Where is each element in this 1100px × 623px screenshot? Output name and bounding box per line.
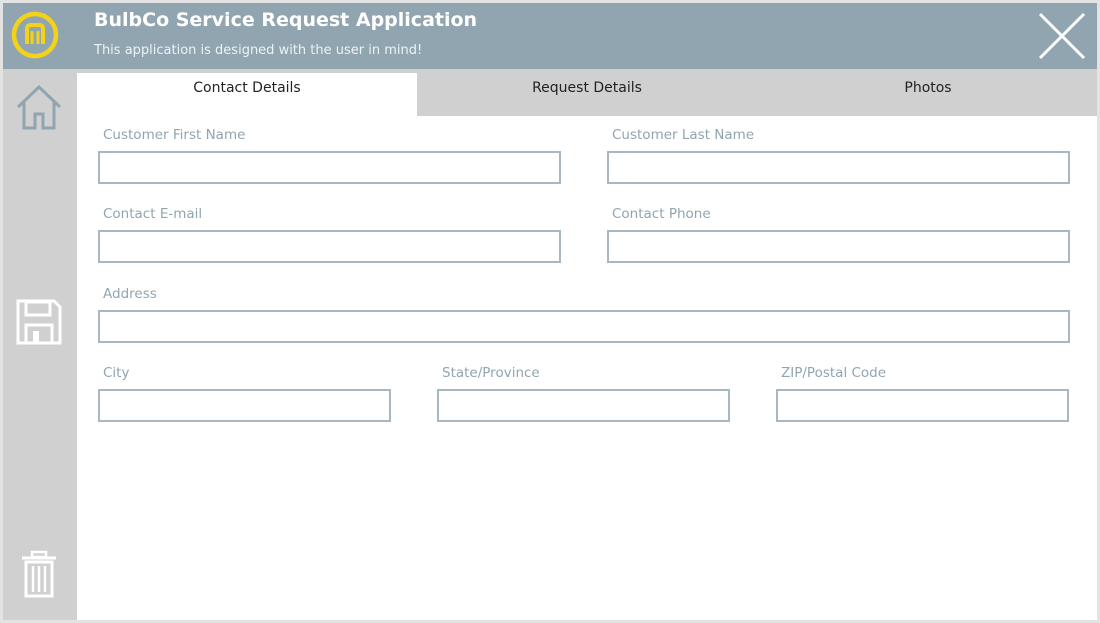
bulbco-logo-icon — [11, 11, 59, 59]
first-name-label: Customer First Name — [103, 127, 246, 143]
city-input[interactable] — [98, 389, 391, 422]
city-label: City — [103, 365, 130, 381]
contact-details-form: Customer First Name Customer Last Name C… — [77, 116, 1097, 620]
app-header: BulbCo Service Request Application This … — [3, 3, 1097, 69]
tab-bar: Contact Details Request Details Photos — [76, 69, 1097, 116]
first-name-input[interactable] — [98, 151, 561, 184]
close-icon[interactable] — [1037, 11, 1087, 61]
phone-label: Contact Phone — [612, 206, 711, 222]
state-input[interactable] — [437, 389, 730, 422]
state-label: State/Province — [442, 365, 540, 381]
address-input[interactable] — [98, 310, 1070, 343]
address-label: Address — [103, 286, 157, 302]
email-label: Contact E-mail — [103, 206, 203, 222]
zip-label: ZIP/Postal Code — [781, 365, 887, 381]
zip-input[interactable] — [776, 389, 1069, 422]
tab-photos[interactable]: Photos — [758, 73, 1098, 116]
phone-input[interactable] — [607, 230, 1070, 263]
app-window: BulbCo Service Request Application This … — [3, 3, 1097, 620]
sidebar — [3, 69, 76, 620]
tab-contact-details[interactable]: Contact Details — [77, 73, 417, 116]
app-title: BulbCo Service Request Application — [94, 9, 478, 31]
tab-request-details[interactable]: Request Details — [417, 73, 757, 116]
email-input[interactable] — [98, 230, 561, 263]
home-icon[interactable] — [14, 82, 64, 132]
trash-icon[interactable] — [14, 549, 64, 599]
last-name-label: Customer Last Name — [612, 127, 755, 143]
app-subtitle: This application is designed with the us… — [94, 43, 423, 58]
last-name-input[interactable] — [607, 151, 1070, 184]
save-icon[interactable] — [14, 297, 64, 347]
